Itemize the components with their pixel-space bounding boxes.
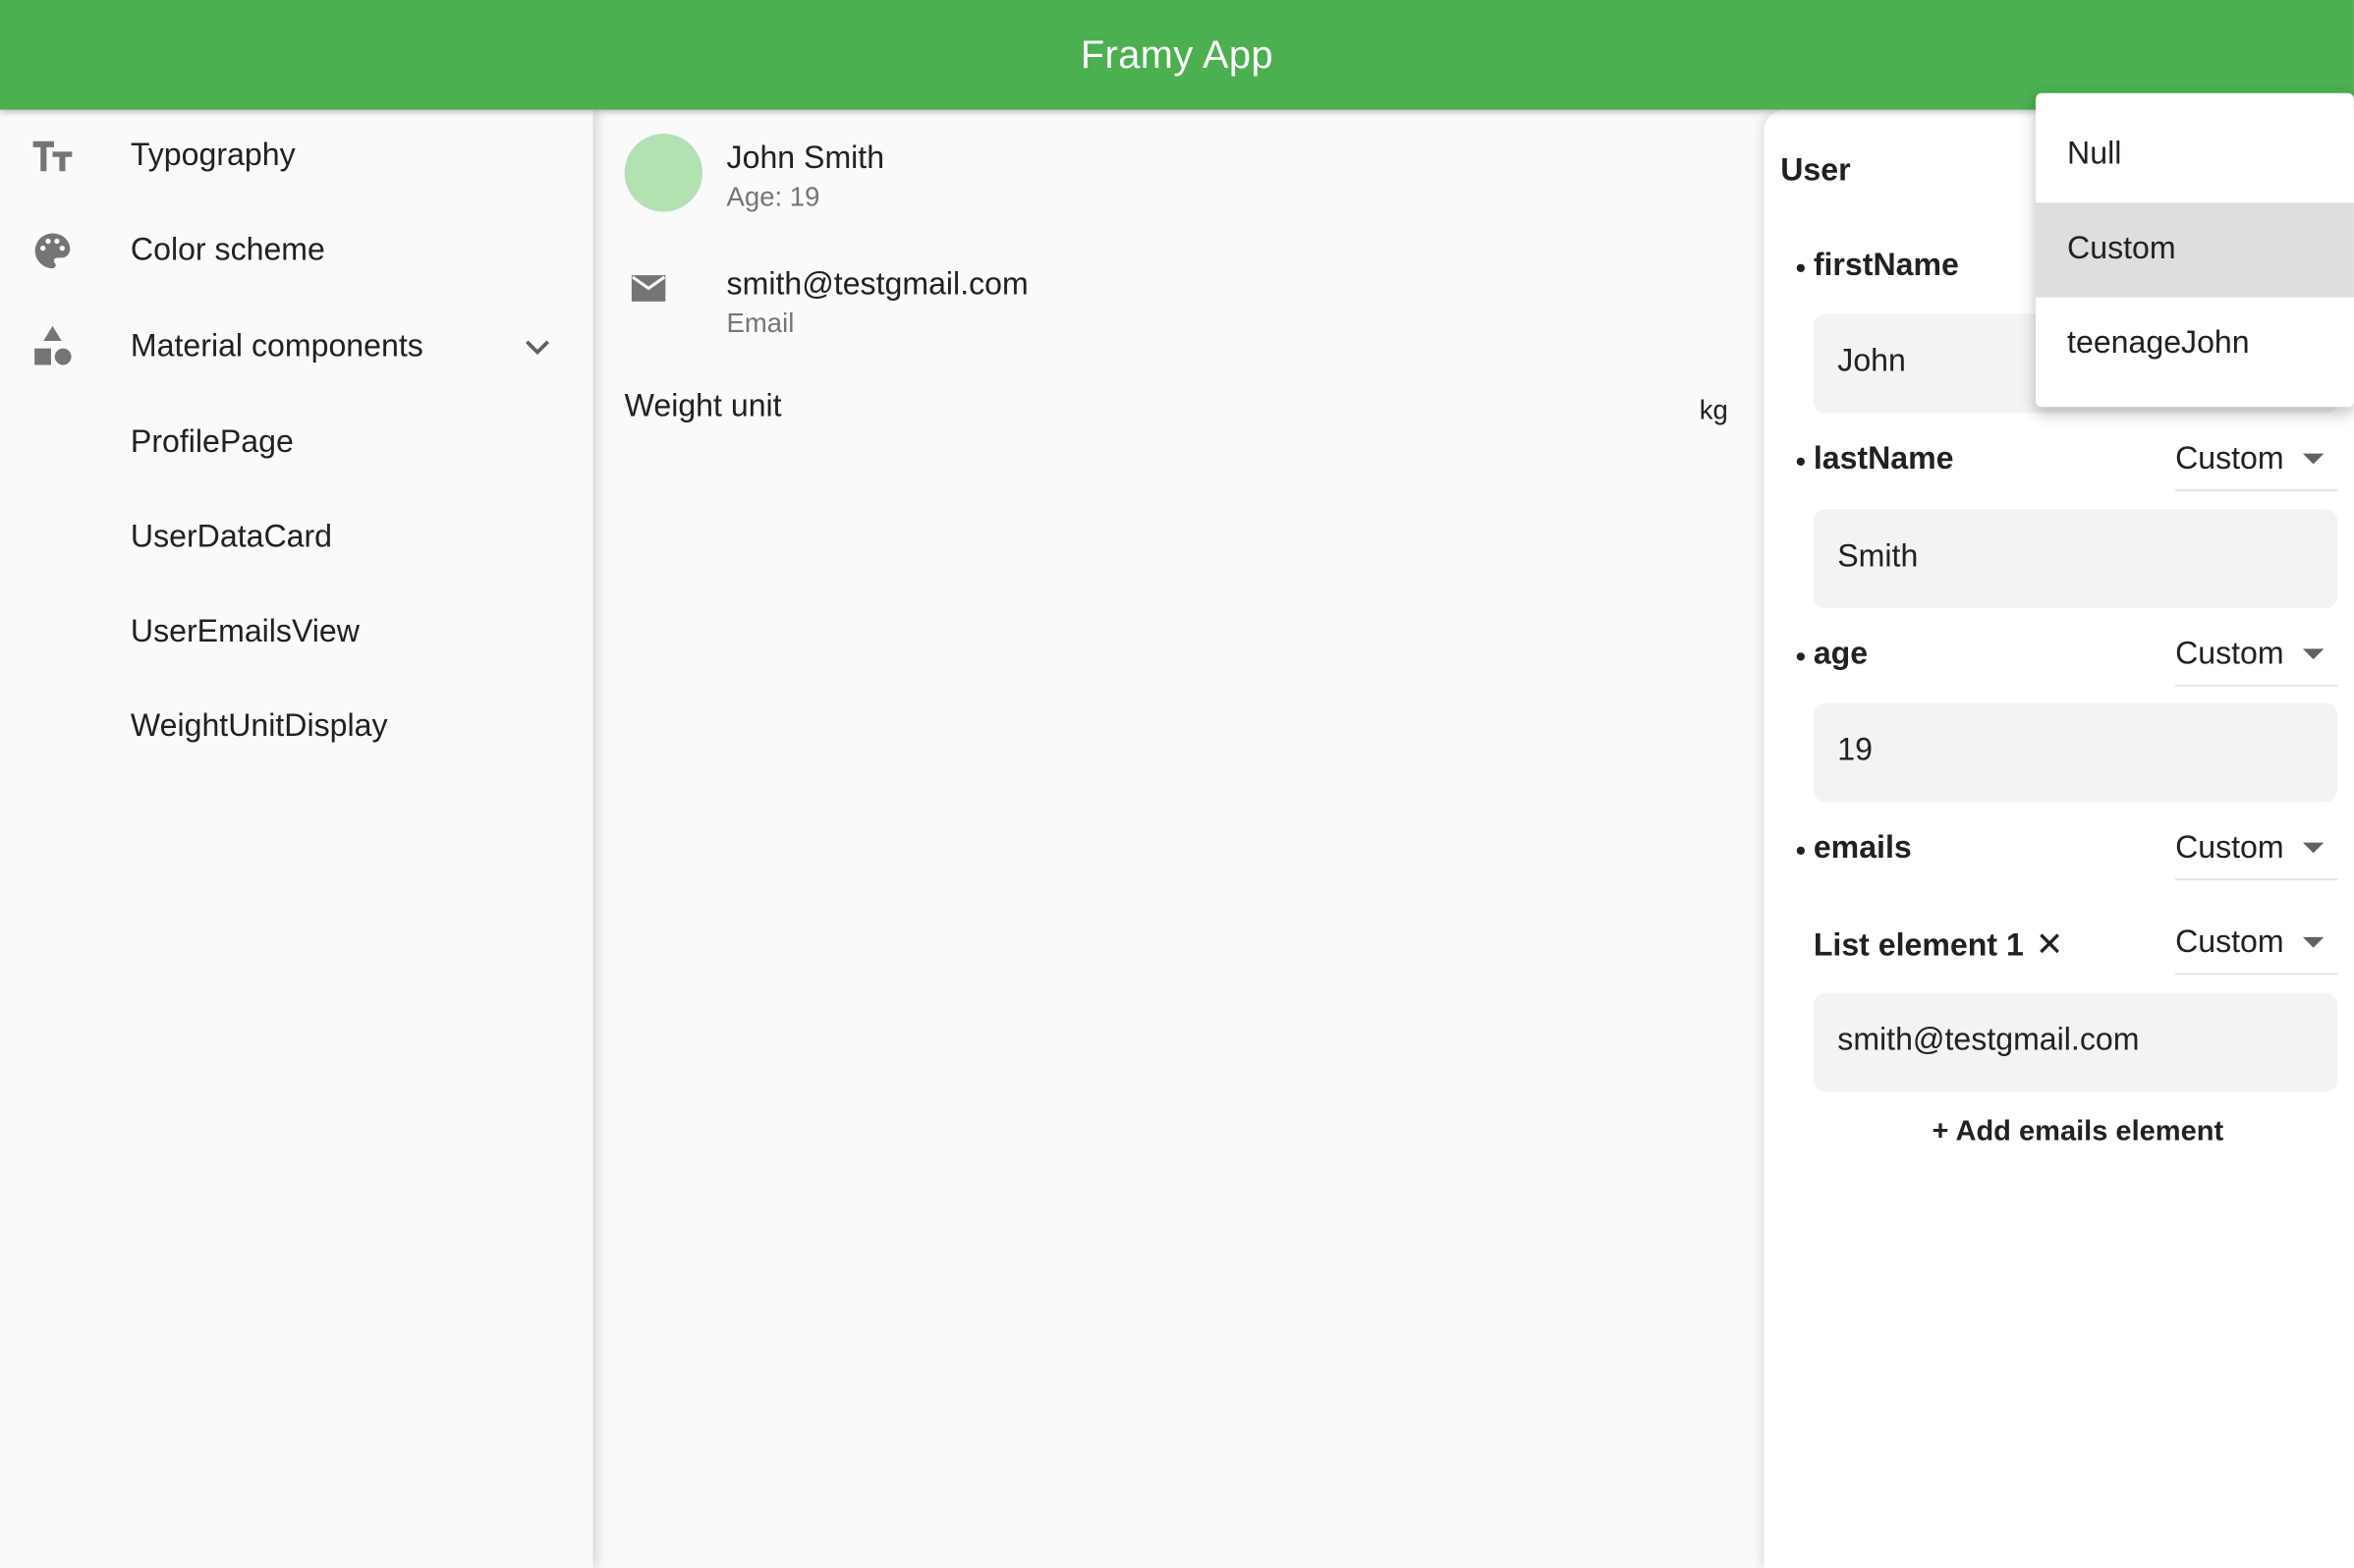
email-subtitle: Email [726, 308, 795, 338]
user-email: smith@testgmail.com [726, 267, 1029, 303]
list-element-row: List element 1 ✕ Custom [1764, 915, 2354, 976]
panel-title: User [1780, 152, 1851, 189]
sidebar-item-color-scheme[interactable]: Color scheme [0, 204, 593, 298]
menu-option-label: Null [2067, 137, 2122, 172]
field-name: lastName [1813, 441, 1954, 476]
caret-down-icon [2302, 936, 2325, 948]
menu-option-null[interactable]: Null [2036, 108, 2354, 202]
sidebar-item-profilepage[interactable]: ProfilePage [0, 397, 593, 490]
caret-down-icon [2302, 842, 2325, 854]
emails-mode-dropdown[interactable]: Custom [2175, 820, 2338, 880]
sidebar: Typography Color scheme Material compone… [0, 109, 593, 1568]
dropdown-value: Custom [2175, 441, 2284, 476]
sidebar-item-weightunitdisplay[interactable]: WeightUnitDisplay [0, 681, 593, 774]
list-element-mode-dropdown[interactable]: Custom [2175, 915, 2338, 976]
preview-area: John Smith Age: 19 smith@testgmail.com E… [592, 109, 1765, 1568]
field-row-lastname: • lastName Custom [1764, 431, 2354, 491]
caret-down-icon [2302, 453, 2325, 465]
input-value: John [1837, 344, 1906, 379]
sidebar-item-useremailsview[interactable]: UserEmailsView [0, 586, 593, 679]
mail-icon [626, 266, 671, 311]
palette-icon [30, 228, 76, 273]
sidebar-item-label: ProfilePage [130, 424, 294, 460]
sidebar-item-label: UserEmailsView [130, 614, 360, 649]
bullet: • [1795, 446, 1807, 479]
weight-unit-value: kg [1699, 395, 1728, 425]
sidebar-item-label: WeightUnitDisplay [130, 708, 388, 744]
lastname-input[interactable]: Smith [1813, 509, 2338, 609]
lastname-mode-dropdown[interactable]: Custom [2175, 431, 2338, 491]
user-name: John Smith [726, 140, 885, 176]
sidebar-item-label: Material components [130, 328, 423, 364]
add-emails-element-button[interactable]: + Add emails element [1933, 1116, 2224, 1149]
shapes-icon [30, 324, 76, 369]
bullet: • [1795, 641, 1807, 675]
menu-option-custom[interactable]: Custom [2035, 202, 2354, 298]
field-name: age [1813, 637, 1869, 672]
weight-unit-label: Weight unit [624, 388, 782, 424]
dropdown-value: Custom [2175, 637, 2284, 672]
input-value: 19 [1837, 733, 1873, 768]
menu-option-label: teenageJohn [2067, 325, 2250, 361]
age-mode-dropdown[interactable]: Custom [2175, 626, 2338, 687]
bullet: • [1795, 834, 1807, 868]
app-title: Framy App [1080, 31, 1274, 77]
email-element-input[interactable]: smith@testgmail.com [1813, 992, 2338, 1092]
close-icon[interactable]: ✕ [2036, 925, 2066, 963]
sidebar-item-label: Typography [130, 138, 296, 173]
sidebar-item-label: Color scheme [130, 232, 325, 268]
field-name: firstName [1813, 248, 1959, 283]
mode-dropdown-menu: Null Custom teenageJohn [2035, 92, 2354, 408]
sidebar-item-material-components[interactable]: Material components [0, 301, 593, 394]
list-element-label: List element 1 [1813, 927, 2024, 963]
age-input[interactable]: 19 [1813, 702, 2338, 803]
menu-option-label: Custom [2067, 231, 2176, 266]
sidebar-item-typography[interactable]: Typography [0, 110, 593, 203]
chevron-down-icon[interactable] [520, 329, 556, 365]
user-age: Age: 19 [726, 181, 820, 212]
input-value: smith@testgmail.com [1837, 1023, 2140, 1058]
sidebar-item-label: UserDataCard [130, 519, 333, 555]
bullet: • [1795, 252, 1807, 286]
sidebar-item-userdatacard[interactable]: UserDataCard [0, 491, 593, 585]
text-fields-icon [30, 134, 76, 179]
dropdown-value: Custom [2175, 924, 2284, 960]
input-value: Smith [1837, 538, 1919, 574]
menu-option-teenagejohn[interactable]: teenageJohn [2036, 298, 2354, 392]
dropdown-value: Custom [2175, 830, 2284, 866]
avatar [624, 134, 703, 212]
field-row-age: • age Custom [1764, 626, 2354, 687]
caret-down-icon [2302, 648, 2325, 660]
app-bar: Framy App [0, 0, 2354, 110]
field-row-emails: • emails Custom [1764, 820, 2354, 880]
field-name: emails [1813, 830, 1912, 866]
